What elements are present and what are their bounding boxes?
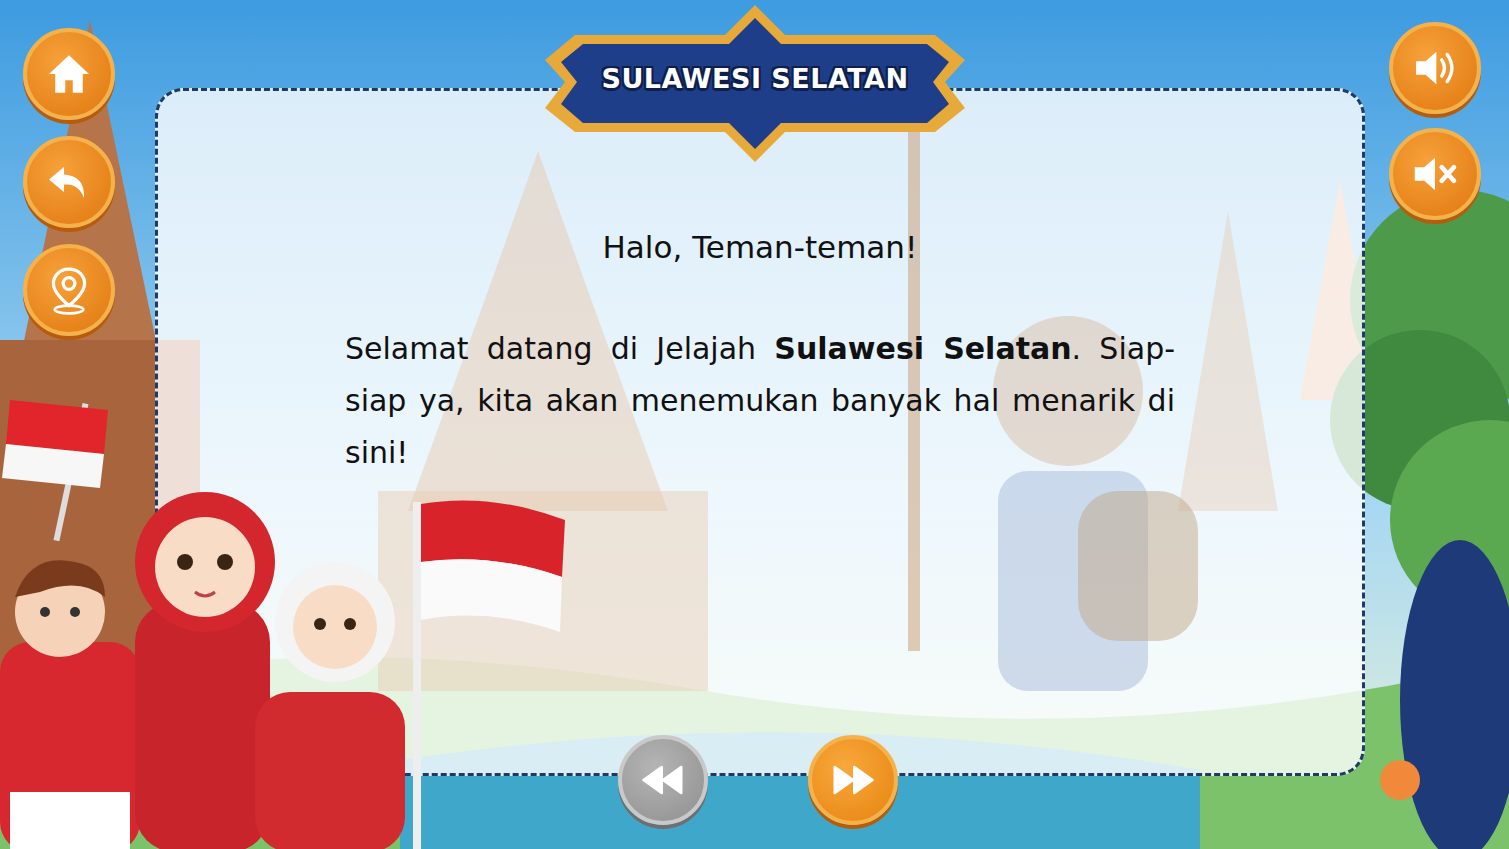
paragraph-segment: Sulawesi Selatan bbox=[774, 331, 1071, 366]
greeting-text: Halo, Teman-teman! bbox=[603, 229, 918, 265]
speaker-mute-icon bbox=[1408, 147, 1462, 201]
next-button[interactable] bbox=[808, 735, 898, 825]
kids-illustration bbox=[0, 392, 580, 849]
title-text: SULAWESI SELATAN bbox=[601, 63, 908, 94]
sound-on-button[interactable] bbox=[1389, 22, 1481, 114]
title-banner: SULAWESI SELATAN bbox=[535, 0, 975, 165]
game-screen: Halo, Teman-teman! Selamat datang di Jela… bbox=[0, 0, 1509, 849]
paragraph-segment: Selamat datang di Jelajah bbox=[345, 331, 774, 366]
mute-button[interactable] bbox=[1389, 128, 1481, 220]
back-arrow-icon bbox=[44, 157, 94, 207]
rewind-icon bbox=[637, 754, 689, 806]
speaker-icon bbox=[1408, 41, 1462, 95]
home-button[interactable] bbox=[23, 28, 115, 120]
home-icon bbox=[44, 49, 94, 99]
page-navigation bbox=[618, 735, 898, 825]
location-pin-icon bbox=[43, 264, 95, 316]
map-button[interactable] bbox=[23, 244, 115, 336]
sound-menu bbox=[1389, 22, 1481, 220]
left-menu bbox=[23, 28, 115, 336]
fast-forward-icon bbox=[827, 754, 879, 806]
previous-button[interactable] bbox=[618, 735, 708, 825]
back-button[interactable] bbox=[23, 136, 115, 228]
intro-paragraph: Selamat datang di Jelajah Sulawesi Selat… bbox=[345, 323, 1175, 479]
